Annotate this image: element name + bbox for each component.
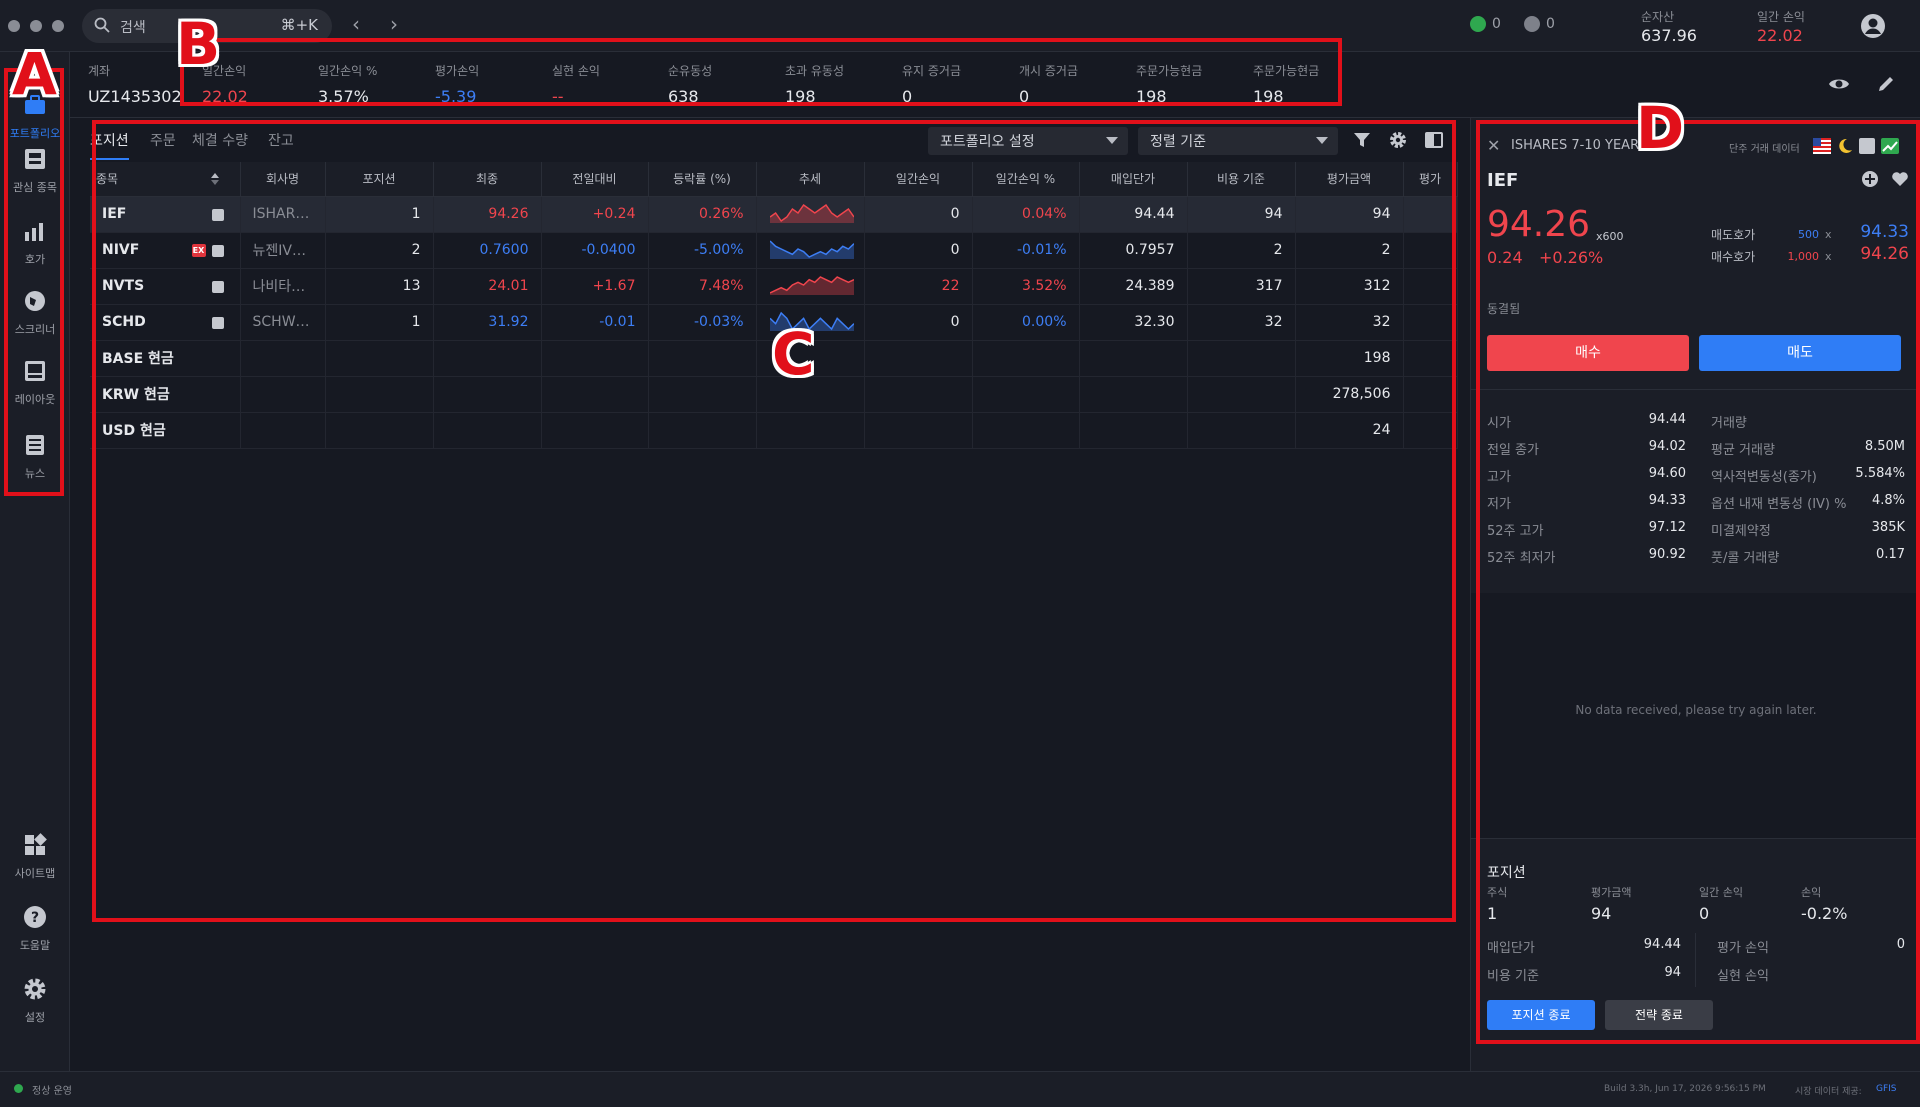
account-id-block[interactable]: 계좌 UZ1435302	[88, 62, 182, 106]
net-assets-label: 순자산	[1641, 10, 1675, 24]
eye-icon[interactable]	[1828, 76, 1850, 92]
sidebar-item-help[interactable]: ? 도움말	[0, 904, 70, 953]
search-shortcut: ⌘+K	[280, 16, 318, 34]
window-zoom-dot[interactable]	[52, 20, 64, 32]
annotation-label-b: B	[176, 10, 221, 78]
annotation-label-d: D	[1636, 94, 1685, 162]
sidebar-item-label: 사이트맵	[14, 867, 56, 880]
annotation-box-d	[1476, 120, 1920, 1044]
status-dot-icon	[14, 1084, 23, 1093]
annotation-box-a	[4, 68, 64, 496]
daily-pnl-label: 일간 손익	[1757, 10, 1805, 24]
market-data-provider-link[interactable]: GFIS	[1876, 1084, 1897, 1094]
account-label: 계좌	[88, 64, 111, 78]
net-assets-value: 637.96	[1641, 26, 1697, 45]
sidebar-item-settings[interactable]: 설정	[0, 976, 70, 1025]
help-icon: ?	[24, 906, 46, 928]
forward-arrow-icon[interactable]: ›	[390, 12, 398, 36]
window-close-dot[interactable]	[8, 20, 20, 32]
sidebar-item-label: 도움말	[19, 939, 51, 952]
sidebar-item-label: 설정	[24, 1011, 46, 1024]
search-placeholder: 검색	[120, 20, 146, 36]
daily-pnl-value: 22.02	[1757, 26, 1803, 45]
system-status: 정상 운영	[32, 1086, 72, 1097]
annotation-label-c: C	[772, 320, 815, 388]
window-minimize-dot[interactable]	[30, 20, 42, 32]
settings-icon	[24, 978, 46, 1000]
sidebar-item-sitemap[interactable]: 사이트맵	[0, 832, 70, 881]
market-data-label: 시장 데이터 제공:	[1795, 1087, 1862, 1097]
back-arrow-icon[interactable]: ‹	[352, 12, 360, 36]
user-avatar-icon[interactable]	[1860, 13, 1886, 39]
annotation-box-b	[180, 38, 1342, 106]
notification-status-icon[interactable]	[1524, 16, 1540, 32]
status-bar: 정상 운영 Build 3.3h, Jun 17, 2026 9:56:15 P…	[0, 1071, 1920, 1107]
connection-status-icon[interactable]	[1470, 16, 1486, 32]
edit-pencil-icon[interactable]	[1876, 74, 1896, 94]
notification-count: 0	[1546, 16, 1555, 32]
sitemap-icon	[25, 833, 47, 855]
annotation-label-a: A	[12, 40, 57, 108]
svg-text:?: ?	[31, 910, 39, 926]
build-info: Build 3.3h, Jun 17, 2026 9:56:15 PM	[1604, 1084, 1766, 1094]
connection-count: 0	[1492, 16, 1501, 32]
search-icon	[94, 17, 110, 33]
annotation-box-c	[92, 120, 1456, 922]
account-id: UZ1435302	[88, 87, 182, 106]
